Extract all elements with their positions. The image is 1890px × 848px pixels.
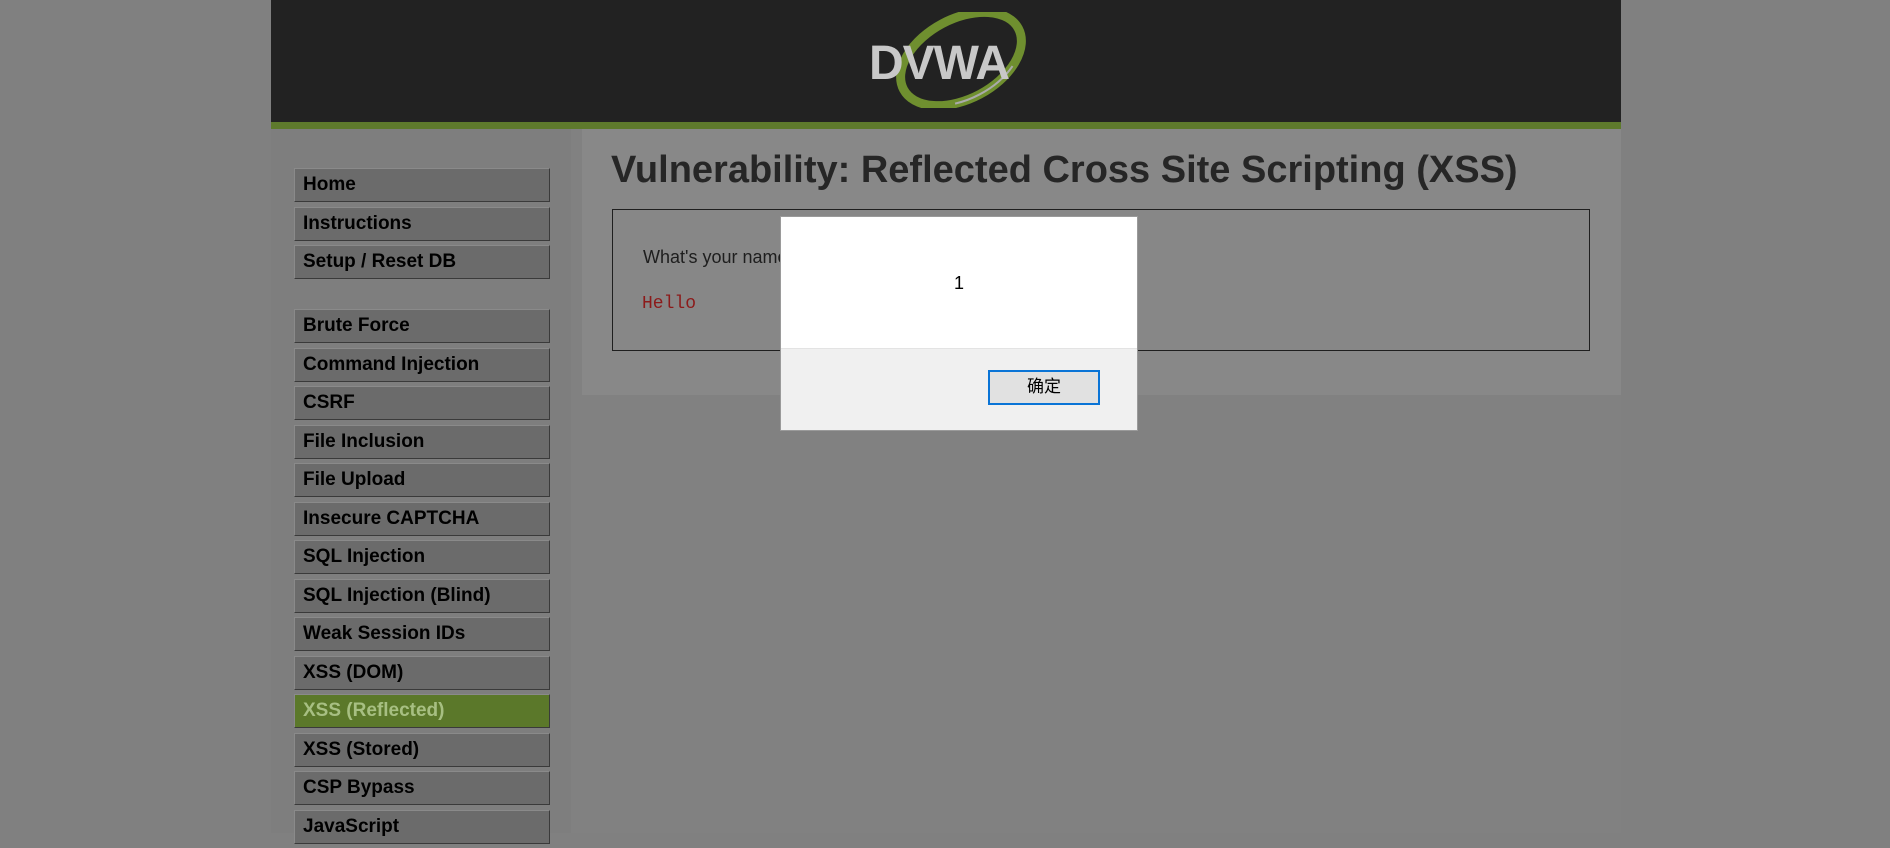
menu-item-insecure-captcha[interactable]: Insecure CAPTCHA bbox=[294, 501, 550, 536]
menu-item-xss-reflected[interactable]: XSS (Reflected) bbox=[294, 694, 550, 728]
dvwa-logo-text: DVWA bbox=[869, 37, 1009, 90]
menu-group-general: Home Instructions Setup / Reset DB bbox=[294, 168, 550, 284]
alert-dialog: 1 确定 bbox=[780, 216, 1138, 431]
dvwa-logo: DVWA bbox=[869, 12, 1026, 108]
menu-item-setup-reset-db[interactable]: Setup / Reset DB bbox=[294, 245, 550, 279]
menu-item-file-upload[interactable]: File Upload bbox=[294, 463, 550, 497]
menu-group-vulnerabilities: Brute Force Command Injection CSRF File Inc… bbox=[294, 309, 550, 848]
menu-item-sql-injection[interactable]: SQL Injection bbox=[294, 540, 550, 574]
menu-item-home[interactable]: Home bbox=[294, 168, 550, 202]
header-accent-bar bbox=[271, 122, 1621, 129]
menu-item-sql-injection-blind[interactable]: SQL Injection (Blind) bbox=[294, 578, 550, 613]
main-menu: Home Instructions Setup / Reset DB Brute F… bbox=[271, 129, 571, 844]
menu-item-csrf[interactable]: CSRF bbox=[294, 386, 550, 420]
menu-item-csp-bypass[interactable]: CSP Bypass bbox=[294, 771, 550, 805]
menu-item-brute-force[interactable]: Brute Force bbox=[294, 309, 550, 343]
menu-item-command-injection[interactable]: Command Injection bbox=[294, 347, 550, 382]
alert-message: 1 bbox=[953, 273, 964, 293]
menu-item-weak-session-ids[interactable]: Weak Session IDs bbox=[294, 617, 550, 651]
menu-item-xss-stored[interactable]: XSS (Stored) bbox=[294, 732, 550, 767]
menu-item-xss-dom[interactable]: XSS (DOM) bbox=[294, 655, 550, 690]
ok-button[interactable]: 确定 bbox=[988, 370, 1100, 405]
reflected-output: Hello bbox=[642, 294, 697, 314]
header: DVWA bbox=[271, 0, 1621, 122]
menu-item-instructions[interactable]: Instructions bbox=[294, 206, 550, 241]
page-title: Vulnerability: Reflected Cross Site Scri… bbox=[611, 149, 1518, 191]
name-question-label: What's your name? bbox=[643, 247, 798, 267]
menu-item-file-inclusion[interactable]: File Inclusion bbox=[294, 424, 550, 459]
alert-footer: 确定 bbox=[781, 348, 1137, 430]
menu-item-javascript[interactable]: JavaScript bbox=[294, 809, 550, 844]
